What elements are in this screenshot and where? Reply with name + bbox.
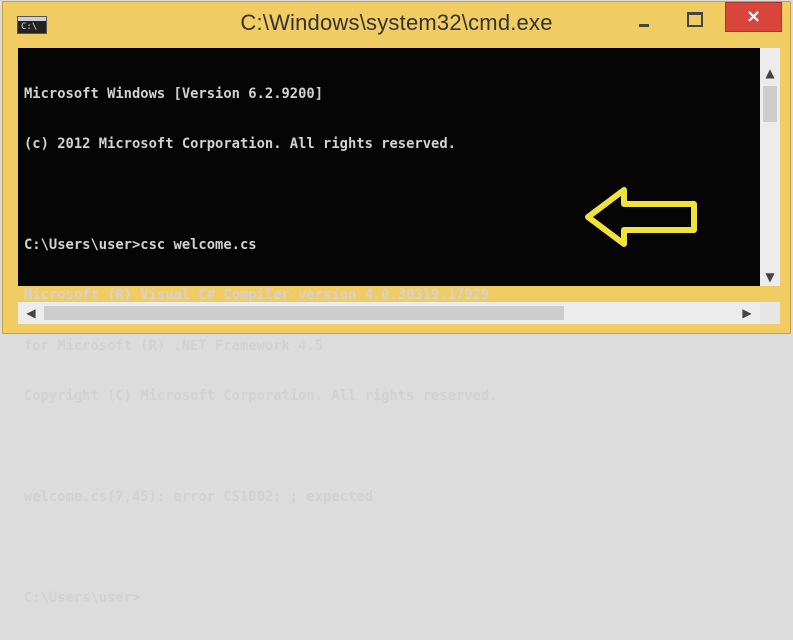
horizontal-scrollbar[interactable]: ◀ ▶	[18, 302, 760, 324]
close-icon: ×	[745, 6, 762, 27]
window-title: C:\Windows\system32\cmd.exe	[240, 10, 553, 35]
scroll-down-icon[interactable]: ▼	[760, 268, 780, 286]
console-lines: Microsoft Windows [Version 6.2.9200] (c)…	[24, 52, 756, 640]
maximize-icon	[687, 12, 703, 27]
horizontal-scroll-thumb[interactable]	[44, 306, 564, 320]
left-arrow-icon	[585, 187, 697, 247]
minimize-icon	[639, 24, 649, 27]
console-line: Microsoft Windows [Version 6.2.9200]	[24, 85, 324, 102]
minimize-button[interactable]	[629, 4, 659, 36]
console-prompt-line: C:\Users\user>	[24, 589, 141, 606]
vertical-scroll-thumb[interactable]	[763, 86, 777, 122]
scroll-right-icon[interactable]: ▶	[736, 302, 758, 324]
console-line: (c) 2012 Microsoft Corporation. All righ…	[24, 135, 456, 152]
scrollbar-corner	[760, 302, 780, 324]
close-button[interactable]: ×	[725, 2, 782, 32]
console-error-line: welcome.cs(7,45): error CS1002: ; expect…	[24, 488, 373, 505]
vertical-scrollbar[interactable]: ▲ ▼	[760, 48, 780, 286]
scroll-up-icon[interactable]: ▲	[760, 64, 780, 82]
title-bar[interactable]: C:\ C:\Windows\system32\cmd.exe ×	[3, 2, 790, 46]
console-line: Copyright (C) Microsoft Corporation. All…	[24, 387, 498, 404]
scroll-left-icon[interactable]: ◀	[20, 302, 42, 324]
cmd-window: C:\ C:\Windows\system32\cmd.exe × Micros…	[2, 1, 791, 606]
maximize-button[interactable]	[677, 4, 711, 36]
console-output[interactable]: Microsoft Windows [Version 6.2.9200] (c)…	[18, 48, 760, 606]
console-line: for Microsoft (R) .NET Framework 4.5	[24, 337, 324, 354]
